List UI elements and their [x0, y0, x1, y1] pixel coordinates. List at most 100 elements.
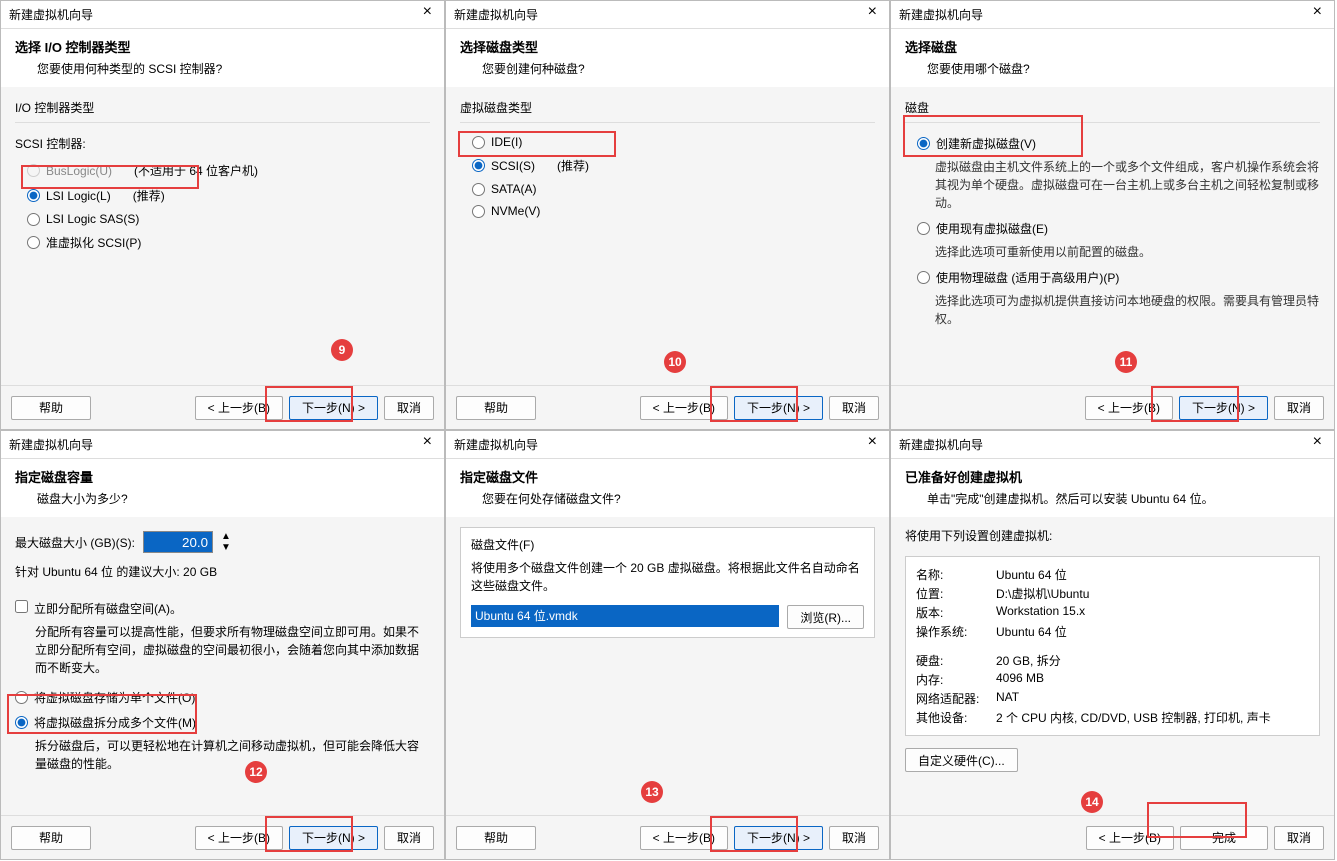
annotation-badge: 12 — [245, 761, 267, 783]
wizard-header: 选择磁盘 您要使用哪个磁盘? — [891, 29, 1334, 87]
back-button[interactable]: < 上一步(B) — [195, 396, 283, 420]
help-button[interactable]: 帮助 — [456, 396, 536, 420]
wizard-pane-13: 新建虚拟机向导 × 指定磁盘文件 您要在何处存储磁盘文件? 磁盘文件(F) 将使… — [445, 430, 890, 860]
wizard-footer: 帮助 < 上一步(B) 下一步(N) > 取消 — [1, 385, 444, 429]
radio-input[interactable] — [472, 159, 485, 172]
next-button[interactable]: 下一步(N) > — [1179, 396, 1268, 420]
close-icon[interactable]: × — [1305, 433, 1330, 451]
radio-pvscsi[interactable]: 准虚拟化 SCSI(P) — [15, 230, 430, 255]
help-button[interactable]: 帮助 — [11, 396, 91, 420]
page-subtitle: 您要使用何种类型的 SCSI 控制器? — [15, 60, 430, 77]
disk-size-row: 最大磁盘大小 (GB)(S): ▲▼ — [15, 527, 430, 557]
back-button[interactable]: < 上一步(B) — [640, 826, 728, 850]
radio-split-file[interactable]: 将虚拟磁盘拆分成多个文件(M) — [15, 710, 430, 735]
radio-buslogic[interactable]: BusLogic(U) (不适用于 64 位客户机) — [15, 158, 430, 183]
radio-input[interactable] — [917, 271, 930, 284]
radio-input[interactable] — [27, 189, 40, 202]
close-icon[interactable]: × — [860, 433, 885, 451]
radio-input[interactable] — [27, 213, 40, 226]
radio-create-new[interactable]: 创建新虚拟磁盘(V) — [905, 131, 1320, 156]
annotation-badge: 14 — [1081, 791, 1103, 813]
group-label: 虚拟磁盘类型 — [460, 97, 875, 123]
wizard-header: 选择磁盘类型 您要创建何种磁盘? — [446, 29, 889, 87]
group-label: 磁盘 — [905, 97, 1320, 123]
cancel-button[interactable]: 取消 — [829, 396, 879, 420]
wizard-body: I/O 控制器类型 SCSI 控制器: BusLogic(U) (不适用于 64… — [1, 87, 444, 385]
wizard-pane-10: 新建虚拟机向导 × 选择磁盘类型 您要创建何种磁盘? 虚拟磁盘类型 IDE(I)… — [445, 0, 890, 430]
close-icon[interactable]: × — [860, 3, 885, 21]
radio-nvme[interactable]: NVMe(V) — [460, 200, 875, 222]
back-button[interactable]: < 上一步(B) — [1085, 396, 1173, 420]
page-subtitle: 单击"完成"创建虚拟机。然后可以安装 Ubuntu 64 位。 — [905, 490, 1320, 507]
disk-file-input[interactable]: Ubuntu 64 位.vmdk — [471, 605, 779, 627]
wizard-header: 已准备好创建虚拟机 单击"完成"创建虚拟机。然后可以安装 Ubuntu 64 位… — [891, 459, 1334, 517]
page-title: 指定磁盘容量 — [15, 467, 430, 486]
disk-file-group: 磁盘文件(F) 将使用多个磁盘文件创建一个 20 GB 虚拟磁盘。将根据此文件名… — [460, 527, 875, 638]
customize-hardware-button[interactable]: 自定义硬件(C)... — [905, 748, 1018, 772]
existing-desc: 选择此选项可重新使用以前配置的磁盘。 — [905, 241, 1320, 265]
next-button[interactable]: 下一步(N) > — [734, 826, 823, 850]
create-new-desc: 虚拟磁盘由主机文件系统上的一个或多个文件组成，客户机操作系统会将其视为单个硬盘。… — [905, 156, 1320, 216]
alloc-now-checkbox[interactable] — [15, 600, 28, 613]
cancel-button[interactable]: 取消 — [1274, 396, 1324, 420]
radio-sata[interactable]: SATA(A) — [460, 178, 875, 200]
wizard-header: 指定磁盘文件 您要在何处存储磁盘文件? — [446, 459, 889, 517]
annotation-badge: 10 — [664, 351, 686, 373]
radio-input[interactable] — [15, 691, 28, 704]
cancel-button[interactable]: 取消 — [384, 396, 434, 420]
wizard-body: 虚拟磁盘类型 IDE(I) SCSI(S) (推荐) SATA(A) NVMe(… — [446, 87, 889, 385]
next-button[interactable]: 下一步(N) > — [734, 396, 823, 420]
close-icon[interactable]: × — [415, 3, 440, 21]
radio-input[interactable] — [472, 183, 485, 196]
radio-lsisas[interactable]: LSI Logic SAS(S) — [15, 208, 430, 230]
alloc-now-row[interactable]: 立即分配所有磁盘空间(A)。 — [15, 596, 430, 621]
radio-input[interactable] — [472, 136, 485, 149]
radio-lsilogic[interactable]: LSI Logic(L) (推荐) — [15, 183, 430, 208]
cancel-button[interactable]: 取消 — [384, 826, 434, 850]
radio-input[interactable] — [27, 236, 40, 249]
close-icon[interactable]: × — [415, 433, 440, 451]
radio-single-file[interactable]: 将虚拟磁盘存储为单个文件(O) — [15, 685, 430, 710]
titlebar: 新建虚拟机向导 × — [1, 1, 444, 29]
radio-physical[interactable]: 使用物理磁盘 (适用于高级用户)(P) — [905, 265, 1320, 290]
summary-table: 名称:Ubuntu 64 位 位置:D:\虚拟机\Ubuntu 版本:Works… — [905, 556, 1320, 736]
wizard-body: 磁盘文件(F) 将使用多个磁盘文件创建一个 20 GB 虚拟磁盘。将根据此文件名… — [446, 517, 889, 815]
titlebar: 新建虚拟机向导 × — [891, 431, 1334, 459]
back-button[interactable]: < 上一步(B) — [1086, 826, 1174, 850]
disk-file-desc: 将使用多个磁盘文件创建一个 20 GB 虚拟磁盘。将根据此文件名自动命名这些磁盘… — [471, 559, 864, 605]
wizard-body: 磁盘 创建新虚拟磁盘(V) 虚拟磁盘由主机文件系统上的一个或多个文件组成，客户机… — [891, 87, 1334, 385]
window-title: 新建虚拟机向导 — [454, 6, 538, 23]
scsi-controller-label: SCSI 控制器: — [15, 131, 430, 158]
wizard-footer: 帮助 < 上一步(B) 下一步(N) > 取消 — [446, 815, 889, 859]
annotation-badge: 13 — [641, 781, 663, 803]
cancel-button[interactable]: 取消 — [829, 826, 879, 850]
radio-scsi[interactable]: SCSI(S) (推荐) — [460, 153, 875, 178]
page-title: 指定磁盘文件 — [460, 467, 875, 486]
next-button[interactable]: 下一步(N) > — [289, 826, 378, 850]
finish-button[interactable]: 完成 — [1180, 826, 1268, 850]
browse-button[interactable]: 浏览(R)... — [787, 605, 864, 629]
page-subtitle: 您要创建何种磁盘? — [460, 60, 875, 77]
next-button[interactable]: 下一步(N) > — [289, 396, 378, 420]
close-icon[interactable]: × — [1305, 3, 1330, 21]
window-title: 新建虚拟机向导 — [9, 436, 93, 453]
disk-size-input[interactable] — [143, 531, 213, 553]
radio-input[interactable] — [15, 716, 28, 729]
wizard-header: 选择 I/O 控制器类型 您要使用何种类型的 SCSI 控制器? — [1, 29, 444, 87]
wizard-footer: < 上一步(B) 下一步(N) > 取消 — [891, 385, 1334, 429]
radio-ide[interactable]: IDE(I) — [460, 131, 875, 153]
radio-input[interactable] — [472, 205, 485, 218]
wizard-pane-9: 新建虚拟机向导 × 选择 I/O 控制器类型 您要使用何种类型的 SCSI 控制… — [0, 0, 445, 430]
radio-input[interactable] — [917, 137, 930, 150]
help-button[interactable]: 帮助 — [456, 826, 536, 850]
back-button[interactable]: < 上一步(B) — [640, 396, 728, 420]
titlebar: 新建虚拟机向导 × — [446, 1, 889, 29]
help-button[interactable]: 帮助 — [11, 826, 91, 850]
titlebar: 新建虚拟机向导 × — [446, 431, 889, 459]
radio-existing[interactable]: 使用现有虚拟磁盘(E) — [905, 216, 1320, 241]
wizard-footer: 帮助 < 上一步(B) 下一步(N) > 取消 — [1, 815, 444, 859]
cancel-button[interactable]: 取消 — [1274, 826, 1324, 850]
back-button[interactable]: < 上一步(B) — [195, 826, 283, 850]
radio-input[interactable] — [917, 222, 930, 235]
annotation-badge: 9 — [331, 339, 353, 361]
